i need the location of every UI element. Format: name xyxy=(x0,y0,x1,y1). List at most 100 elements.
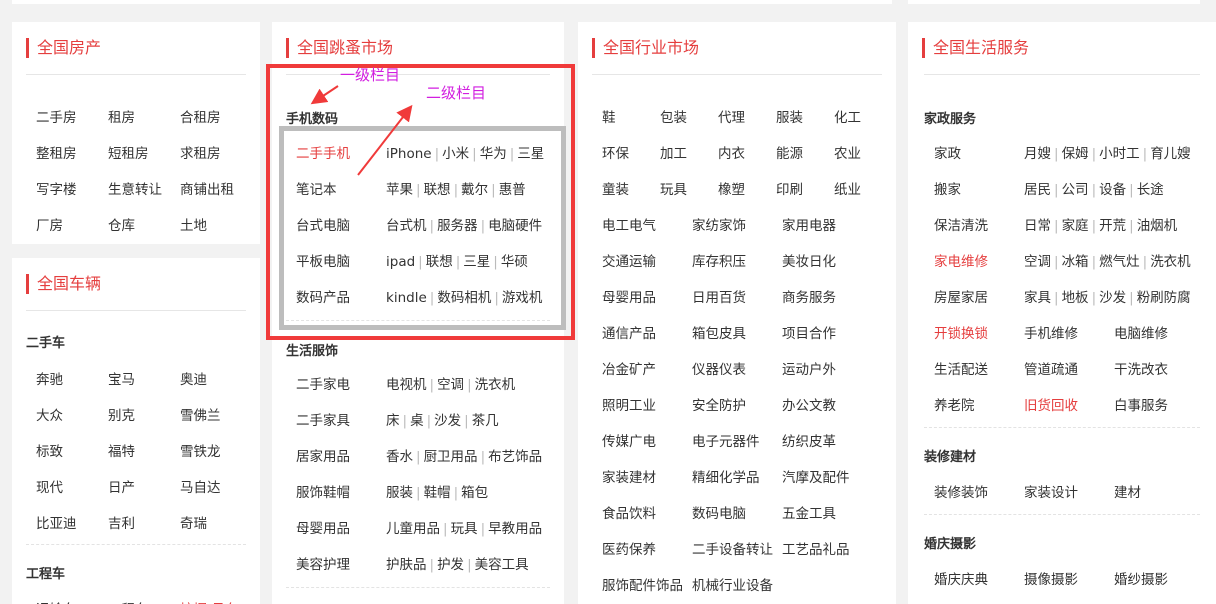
sub-link[interactable]: 地板 xyxy=(1062,290,1089,306)
car-brand-link[interactable]: 日产 xyxy=(108,476,135,496)
industry-link[interactable]: 工艺品礼品 xyxy=(782,538,850,558)
industry-link[interactable]: 二手设备转让 xyxy=(692,538,773,558)
house-link[interactable]: 整租房 xyxy=(36,142,77,162)
car-brand-link[interactable]: 马自达 xyxy=(180,476,221,496)
section-housekeeping[interactable]: 家政服务 xyxy=(924,108,976,127)
car-brand-link[interactable]: 吉利 xyxy=(108,512,135,532)
industry-link[interactable]: 日用百货 xyxy=(692,286,746,306)
sub-link[interactable]: 小时工 xyxy=(1099,146,1140,162)
industry-link[interactable]: 商务服务 xyxy=(782,286,836,306)
industry-link[interactable]: 汽摩及配件 xyxy=(782,466,850,486)
engineering-link[interactable]: 运输车 xyxy=(36,598,77,604)
house-link[interactable]: 二手房 xyxy=(36,106,77,126)
sub-link[interactable]: 公司 xyxy=(1062,182,1089,198)
sub-link[interactable]: 鞋帽 xyxy=(424,485,451,501)
sub-link[interactable]: 早教用品 xyxy=(488,521,542,537)
sub-link[interactable]: 保姆 xyxy=(1062,146,1089,162)
industry-link[interactable]: 印刷 xyxy=(776,178,803,198)
industry-link[interactable]: 童装 xyxy=(602,178,629,198)
industry-link[interactable]: 家用电器 xyxy=(782,214,836,234)
section-life-apparel[interactable]: 生活服饰 xyxy=(286,340,338,359)
section-wedding-photo[interactable]: 婚庆摄影 xyxy=(924,533,976,552)
industry-link[interactable]: 纸业 xyxy=(834,178,861,198)
life-title[interactable]: 全国生活服务 xyxy=(922,38,1029,58)
industry-link[interactable]: 服装 xyxy=(776,106,803,126)
sub-link[interactable]: 沙发 xyxy=(434,413,461,429)
industry-link[interactable]: 运动户外 xyxy=(782,358,836,378)
house-link[interactable]: 厂房 xyxy=(36,214,63,234)
industry-link[interactable]: 包装 xyxy=(660,106,687,126)
industry-link[interactable]: 电子元器件 xyxy=(692,430,760,450)
industry-link[interactable]: 加工 xyxy=(660,142,687,162)
sub-link[interactable]: 育儿嫂 xyxy=(1150,146,1191,162)
sub-link[interactable]: 开荒 xyxy=(1099,218,1126,234)
industry-link[interactable]: 库存积压 xyxy=(692,250,746,270)
life-service-link[interactable]: 家电维修 xyxy=(934,250,988,270)
sub-link[interactable]: 设备 xyxy=(1099,182,1126,198)
house-link[interactable]: 仓库 xyxy=(108,214,135,234)
industry-link[interactable]: 数码电脑 xyxy=(692,502,746,522)
engineering-link[interactable]: 挖掘/吊车 xyxy=(180,598,239,604)
sub-link[interactable]: 茶几 xyxy=(472,413,499,429)
flea-category-link[interactable]: 二手家具 xyxy=(296,409,350,429)
flea-category-link[interactable]: 服饰鞋帽 xyxy=(296,481,350,501)
section-used-car[interactable]: 二手车 xyxy=(26,332,65,351)
industry-title[interactable]: 全国行业市场 xyxy=(592,38,699,58)
industry-link[interactable]: 冶金矿产 xyxy=(602,358,656,378)
life-service-link[interactable]: 保洁清洗 xyxy=(934,214,988,234)
section-renovation[interactable]: 装修建材 xyxy=(924,446,976,465)
industry-link[interactable]: 农业 xyxy=(834,142,861,162)
industry-link[interactable]: 母婴用品 xyxy=(602,286,656,306)
sub-link[interactable]: 冰箱 xyxy=(1062,254,1089,270)
sub-link[interactable]: 桌 xyxy=(410,413,424,429)
life-wedding-link[interactable]: 摄像摄影 xyxy=(1024,568,1078,588)
sub-link[interactable]: 居民 xyxy=(1024,182,1051,198)
life-renovation-link[interactable]: 建材 xyxy=(1114,481,1141,501)
sub-link[interactable]: 油烟机 xyxy=(1137,218,1178,234)
industry-link[interactable]: 食品饮料 xyxy=(602,502,656,522)
house-link[interactable]: 土地 xyxy=(180,214,207,234)
sub-link[interactable]: 厨卫用品 xyxy=(424,449,478,465)
industry-link[interactable]: 仪器仪表 xyxy=(692,358,746,378)
industry-link[interactable]: 纺织皮革 xyxy=(782,430,836,450)
life-service-link[interactable]: 养老院 xyxy=(934,394,975,414)
industry-link[interactable]: 能源 xyxy=(776,142,803,162)
car-brand-link[interactable]: 大众 xyxy=(36,404,63,424)
life-service-link[interactable]: 旧货回收 xyxy=(1024,394,1078,414)
sub-link[interactable]: 电视机 xyxy=(386,377,427,393)
life-renovation-link[interactable]: 家装设计 xyxy=(1024,481,1078,501)
industry-link[interactable]: 通信产品 xyxy=(602,322,656,342)
sub-link[interactable]: 洗衣机 xyxy=(475,377,516,393)
flea-title[interactable]: 全国跳蚤市场 xyxy=(286,38,393,58)
life-service-link[interactable]: 管道疏通 xyxy=(1024,358,1078,378)
sub-link[interactable]: 燃气灶 xyxy=(1099,254,1140,270)
sub-link[interactable]: 家庭 xyxy=(1062,218,1089,234)
sub-link[interactable]: 护肤品 xyxy=(386,557,427,573)
car-title[interactable]: 全国车辆 xyxy=(26,274,101,294)
sub-link[interactable]: 玩具 xyxy=(451,521,478,537)
life-renovation-link[interactable]: 装修装饰 xyxy=(934,481,988,501)
car-brand-link[interactable]: 别克 xyxy=(108,404,135,424)
industry-link[interactable]: 鞋 xyxy=(602,106,616,126)
sub-link[interactable]: 箱包 xyxy=(461,485,488,501)
life-service-link[interactable]: 白事服务 xyxy=(1114,394,1168,414)
sub-link[interactable]: 床 xyxy=(386,413,400,429)
car-brand-link[interactable]: 福特 xyxy=(108,440,135,460)
house-link[interactable]: 短租房 xyxy=(108,142,149,162)
industry-link[interactable]: 精细化学品 xyxy=(692,466,760,486)
sub-link[interactable]: 洗衣机 xyxy=(1150,254,1191,270)
industry-link[interactable]: 橡塑 xyxy=(718,178,745,198)
sub-link[interactable]: 粉刷防腐 xyxy=(1137,290,1191,306)
industry-link[interactable]: 项目合作 xyxy=(782,322,836,342)
industry-link[interactable]: 环保 xyxy=(602,142,629,162)
industry-link[interactable]: 内衣 xyxy=(718,142,745,162)
life-service-link[interactable]: 家政 xyxy=(934,142,961,162)
car-brand-link[interactable]: 奇瑞 xyxy=(180,512,207,532)
life-service-link[interactable]: 开锁换锁 xyxy=(934,322,988,342)
sub-link[interactable]: 布艺饰品 xyxy=(488,449,542,465)
sub-link[interactable]: 沙发 xyxy=(1099,290,1126,306)
industry-link[interactable]: 照明工业 xyxy=(602,394,656,414)
sub-link[interactable]: 长途 xyxy=(1137,182,1164,198)
house-link[interactable]: 生意转让 xyxy=(108,178,162,198)
car-brand-link[interactable]: 奥迪 xyxy=(180,368,207,388)
